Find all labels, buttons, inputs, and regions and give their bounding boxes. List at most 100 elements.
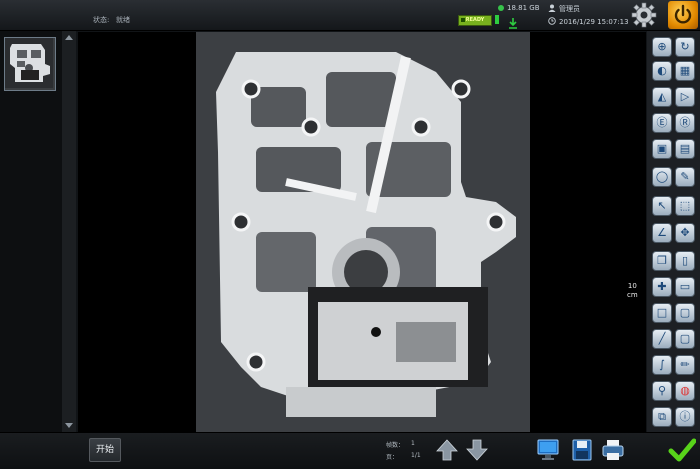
info-icon: ⓘ [679, 410, 691, 423]
edit-icon: ✎ [680, 170, 690, 183]
select-tool[interactable]: ↖ [652, 196, 672, 216]
page-label: 页： [386, 454, 399, 461]
arrow-up-icon[interactable] [436, 438, 458, 462]
zoom-tool[interactable]: ⊕ [652, 37, 672, 57]
layout-icon: ⧉ [658, 410, 666, 423]
contrast-icon: ◐ [657, 64, 667, 77]
flip-horizontal-icon: ◭ [657, 90, 667, 103]
ready-badge: READY [458, 15, 492, 26]
page-icon: ▯ [681, 254, 689, 267]
info-tool[interactable]: ⓘ [675, 407, 695, 427]
ellipse-tool[interactable]: ◯ [652, 167, 672, 187]
power-icon [674, 4, 692, 24]
datetime: 2016/1/29 15:07:13 [548, 17, 629, 26]
scale-value: 10 [627, 282, 637, 290]
angle-icon: ∠ [657, 226, 667, 239]
thumbnail-panel [0, 31, 62, 432]
layout-tool[interactable]: ⧉ [652, 407, 672, 427]
tile-tool[interactable]: ▣ [652, 139, 672, 159]
user-name: 管理员 [548, 4, 580, 14]
copy-icon: ❐ [657, 254, 667, 267]
crop-icon: ⬚ [679, 199, 691, 212]
window-icon: ▢ [679, 306, 691, 319]
flip-vertical-icon: ▷ [680, 90, 690, 103]
annotate-tool[interactable]: ✚ [652, 277, 672, 297]
curve-tool[interactable]: ∫ [652, 355, 672, 375]
scroll-down-icon[interactable] [65, 423, 73, 428]
contrast-tool[interactable]: ◐ [652, 61, 672, 81]
power-button[interactable] [668, 1, 698, 29]
arrow-down-icon[interactable] [466, 438, 488, 462]
disk-space-value: 18.81 GB [507, 4, 540, 12]
curve-icon: ∫ [659, 358, 665, 371]
crop-tool[interactable]: ⬚ [675, 196, 695, 216]
edit-tool[interactable]: ✎ [675, 167, 695, 187]
image-thumbnail[interactable] [4, 37, 56, 91]
filter-tool[interactable]: ▤ [675, 139, 695, 159]
disk-icon [498, 5, 504, 11]
grid-icon: ▦ [679, 64, 691, 77]
print-icon[interactable] [600, 437, 626, 463]
draw-tool[interactable]: ✏ [675, 355, 695, 375]
image-viewer[interactable] [78, 32, 646, 432]
count-label: 帧数： [386, 442, 405, 449]
ellipse-icon: ◯ [655, 170, 669, 183]
square-tool[interactable]: ▢ [675, 329, 695, 349]
flip-vertical-tool[interactable]: ▷ [675, 87, 695, 107]
filter-icon: ▤ [679, 142, 691, 155]
scale-bar-label: 10 cm [627, 282, 638, 300]
zoom-icon: ⊕ [657, 40, 667, 53]
page-value: 1/1 [411, 452, 421, 459]
confirm-check-icon[interactable] [668, 436, 696, 464]
draw-icon: ✏ [680, 358, 690, 371]
document-tool[interactable]: ▭ [675, 277, 695, 297]
thumbnail-scrollbar[interactable] [62, 31, 76, 432]
user-name-value: 管理员 [559, 5, 580, 13]
mode-r-icon: Ⓡ [679, 116, 691, 129]
line-tool[interactable]: ╱ [652, 329, 672, 349]
grid-tool[interactable]: ▦ [675, 61, 695, 81]
monitor-icon[interactable] [535, 437, 561, 463]
gear-icon[interactable] [631, 2, 657, 28]
rectangle-icon: □ [656, 306, 668, 319]
rotate-icon: ↻ [680, 40, 690, 53]
pan-icon: ✥ [680, 226, 690, 239]
download-indicator-icon [508, 14, 518, 29]
status-value: 就绪 [116, 16, 130, 24]
rotate-tool[interactable]: ↻ [675, 37, 695, 57]
copy-tool[interactable]: ❐ [652, 251, 672, 271]
rectangle-tool[interactable]: □ [652, 303, 672, 323]
window-tool[interactable]: ▢ [675, 303, 695, 323]
line-icon: ╱ [658, 332, 666, 345]
save-icon[interactable] [569, 437, 595, 463]
square-icon: ▢ [679, 332, 691, 345]
count-value: 1 [411, 440, 415, 447]
angle-tool[interactable]: ∠ [652, 223, 672, 243]
user-icon [548, 4, 556, 12]
mode-r-tool[interactable]: Ⓡ [675, 113, 695, 133]
xray-image[interactable] [196, 32, 530, 432]
annotate-icon: ✚ [657, 280, 667, 293]
scale-unit: cm [627, 291, 638, 299]
color-tool[interactable]: ◍ [675, 381, 695, 401]
search-icon: ⚲ [657, 384, 667, 397]
pan-tool[interactable]: ✥ [675, 223, 695, 243]
flip-horizontal-tool[interactable]: ◭ [652, 87, 672, 107]
indicator-bar [495, 15, 499, 24]
mode-e-icon: Ⓔ [656, 116, 668, 129]
color-wheel-icon: ◍ [680, 384, 690, 397]
status-label: 状态: [93, 16, 110, 24]
disk-space: 18.81 GB [498, 4, 540, 12]
tile-icon: ▣ [656, 142, 668, 155]
mode-e-tool[interactable]: Ⓔ [652, 113, 672, 133]
pointer-icon: ↖ [657, 199, 667, 212]
start-button[interactable]: 开始 [89, 438, 121, 462]
page-tool[interactable]: ▯ [675, 251, 695, 271]
scroll-up-icon[interactable] [65, 35, 73, 40]
datetime-value: 2016/1/29 15:07:13 [559, 18, 629, 26]
search-tool[interactable]: ⚲ [652, 381, 672, 401]
tool-sidebar: ⊕ ↻ ◐ ▦ ◭ ▷ Ⓔ Ⓡ ▣ ▤ ◯ ✎ ↖ ⬚ ∠ ✥ ❐ ▯ ✚ ▭ … [647, 31, 700, 432]
top-status-bar: 状态: 就绪 18.81 GB 管理员 READY 2016/1/29 15:0… [0, 0, 700, 31]
document-icon: ▭ [679, 280, 691, 293]
clock-icon [548, 17, 556, 25]
